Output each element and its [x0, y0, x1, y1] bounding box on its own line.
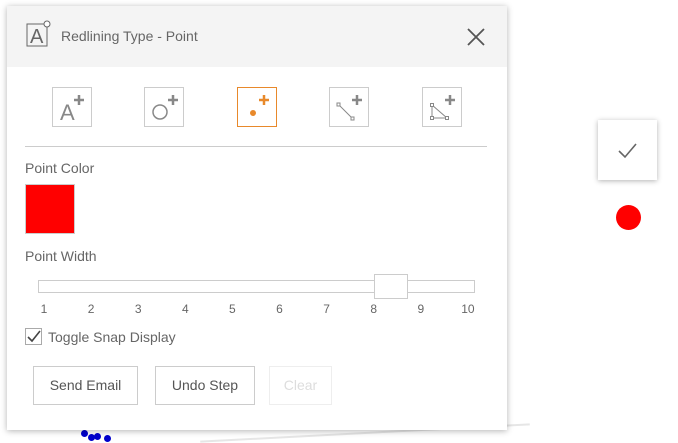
- slider-tick-label: 6: [276, 302, 283, 316]
- checkmark-icon: [27, 330, 41, 343]
- send-email-button[interactable]: Send Email: [33, 366, 138, 405]
- text-add-icon: A: [60, 95, 84, 125]
- snap-display-checkbox[interactable]: [25, 328, 42, 345]
- point-width-slider-thumb[interactable]: [373, 274, 408, 299]
- point-width-slider-track[interactable]: [38, 280, 475, 293]
- point-width-label: Point Width: [25, 248, 97, 264]
- point-color-swatch[interactable]: [25, 184, 75, 234]
- snap-point: [81, 430, 88, 437]
- slider-tick-label: 4: [181, 302, 189, 316]
- circle-tool-button[interactable]: [144, 87, 184, 127]
- line-add-icon: [336, 95, 362, 121]
- text-tool-button[interactable]: A: [52, 87, 92, 127]
- polygon-add-icon: [430, 95, 455, 120]
- confirm-button[interactable]: [598, 120, 657, 180]
- line-tool-button[interactable]: [329, 87, 369, 127]
- slider-tick-label: 1: [40, 302, 48, 316]
- undo-step-button[interactable]: Undo Step: [155, 366, 255, 405]
- dialog-title: Redlining Type - Point: [61, 28, 198, 44]
- snap-display-label: Toggle Snap Display: [48, 329, 176, 345]
- point-add-icon: [250, 95, 269, 116]
- svg-text:A: A: [60, 100, 75, 125]
- slider-tick-label: 8: [370, 302, 378, 316]
- polygon-tool-button[interactable]: [422, 87, 462, 127]
- map-red-point: [616, 205, 641, 230]
- slider-tick-label: 2: [87, 302, 95, 316]
- redlining-text-icon: A: [26, 20, 51, 48]
- svg-text:A: A: [30, 26, 44, 48]
- point-tool-button[interactable]: [237, 87, 277, 127]
- close-icon[interactable]: [465, 26, 487, 48]
- slider-tick-label: 7: [323, 302, 330, 316]
- snap-point: [94, 433, 101, 440]
- dialog-header: A Redlining Type - Point: [7, 6, 507, 67]
- redlining-dialog: A Redlining Type - Point A Point Color P…: [7, 6, 507, 430]
- slider-tick-label: 5: [229, 302, 236, 316]
- clear-button[interactable]: Clear: [269, 366, 332, 405]
- circle-add-icon: [152, 95, 178, 120]
- point-color-label: Point Color: [25, 160, 95, 176]
- slider-tick-label: 9: [417, 302, 425, 316]
- slider-tick-label: 10: [461, 302, 475, 316]
- divider: [25, 146, 487, 147]
- check-icon: [618, 143, 637, 159]
- slider-tick-label: 3: [134, 302, 142, 316]
